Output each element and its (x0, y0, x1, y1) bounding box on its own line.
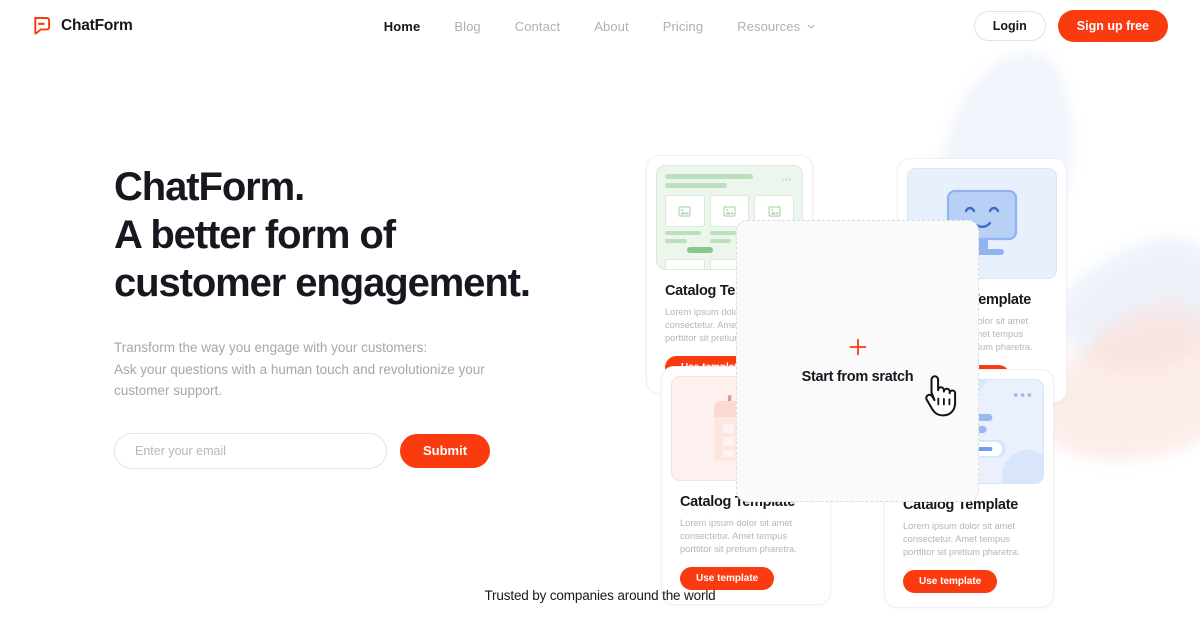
trusted-by-text: Trusted by companies around the world (484, 588, 716, 603)
image-placeholder-icon (665, 259, 705, 269)
nav-item-resources-label: Resources (737, 18, 801, 34)
plus-icon (849, 338, 866, 356)
brand-name: ChatForm (61, 17, 133, 34)
nav-item-resources[interactable]: Resources (737, 19, 816, 34)
brand-logo[interactable]: ChatForm (32, 16, 133, 36)
start-from-scratch-label: Start from sratch (801, 369, 914, 385)
start-from-scratch-card[interactable]: Start from sratch (736, 220, 979, 502)
template-card-description: Lorem ipsum dolor sit amet consectetur. … (903, 521, 1020, 557)
chevron-down-icon (808, 24, 816, 29)
main-navigation: Home Blog Contact About Pricing Resource… (384, 19, 816, 34)
chat-bubble-icon (34, 17, 51, 35)
image-placeholder-icon (665, 195, 705, 227)
more-dots-icon: ••• (781, 177, 792, 184)
site-header: ChatForm Home Blog Contact About Pricing… (0, 0, 1200, 52)
nav-item-blog[interactable]: Blog (454, 19, 480, 34)
nav-item-about[interactable]: About (594, 19, 628, 34)
signup-button[interactable]: Sign up free (1057, 10, 1168, 42)
nav-item-contact[interactable]: Contact (515, 19, 561, 34)
use-template-button[interactable]: Use template (680, 567, 775, 590)
login-button[interactable]: Login (973, 11, 1046, 41)
template-card-description: Lorem ipsum dolor sit amet consectetur. … (680, 518, 797, 554)
hand-pointer-icon (925, 375, 957, 417)
auth-actions: Login Sign up free (973, 10, 1168, 42)
nav-item-home[interactable]: Home (384, 19, 421, 34)
template-cards-collage: ••• Catalog Template Lorem ipsum dolor s… (0, 52, 1200, 612)
nav-item-pricing[interactable]: Pricing (663, 19, 703, 34)
